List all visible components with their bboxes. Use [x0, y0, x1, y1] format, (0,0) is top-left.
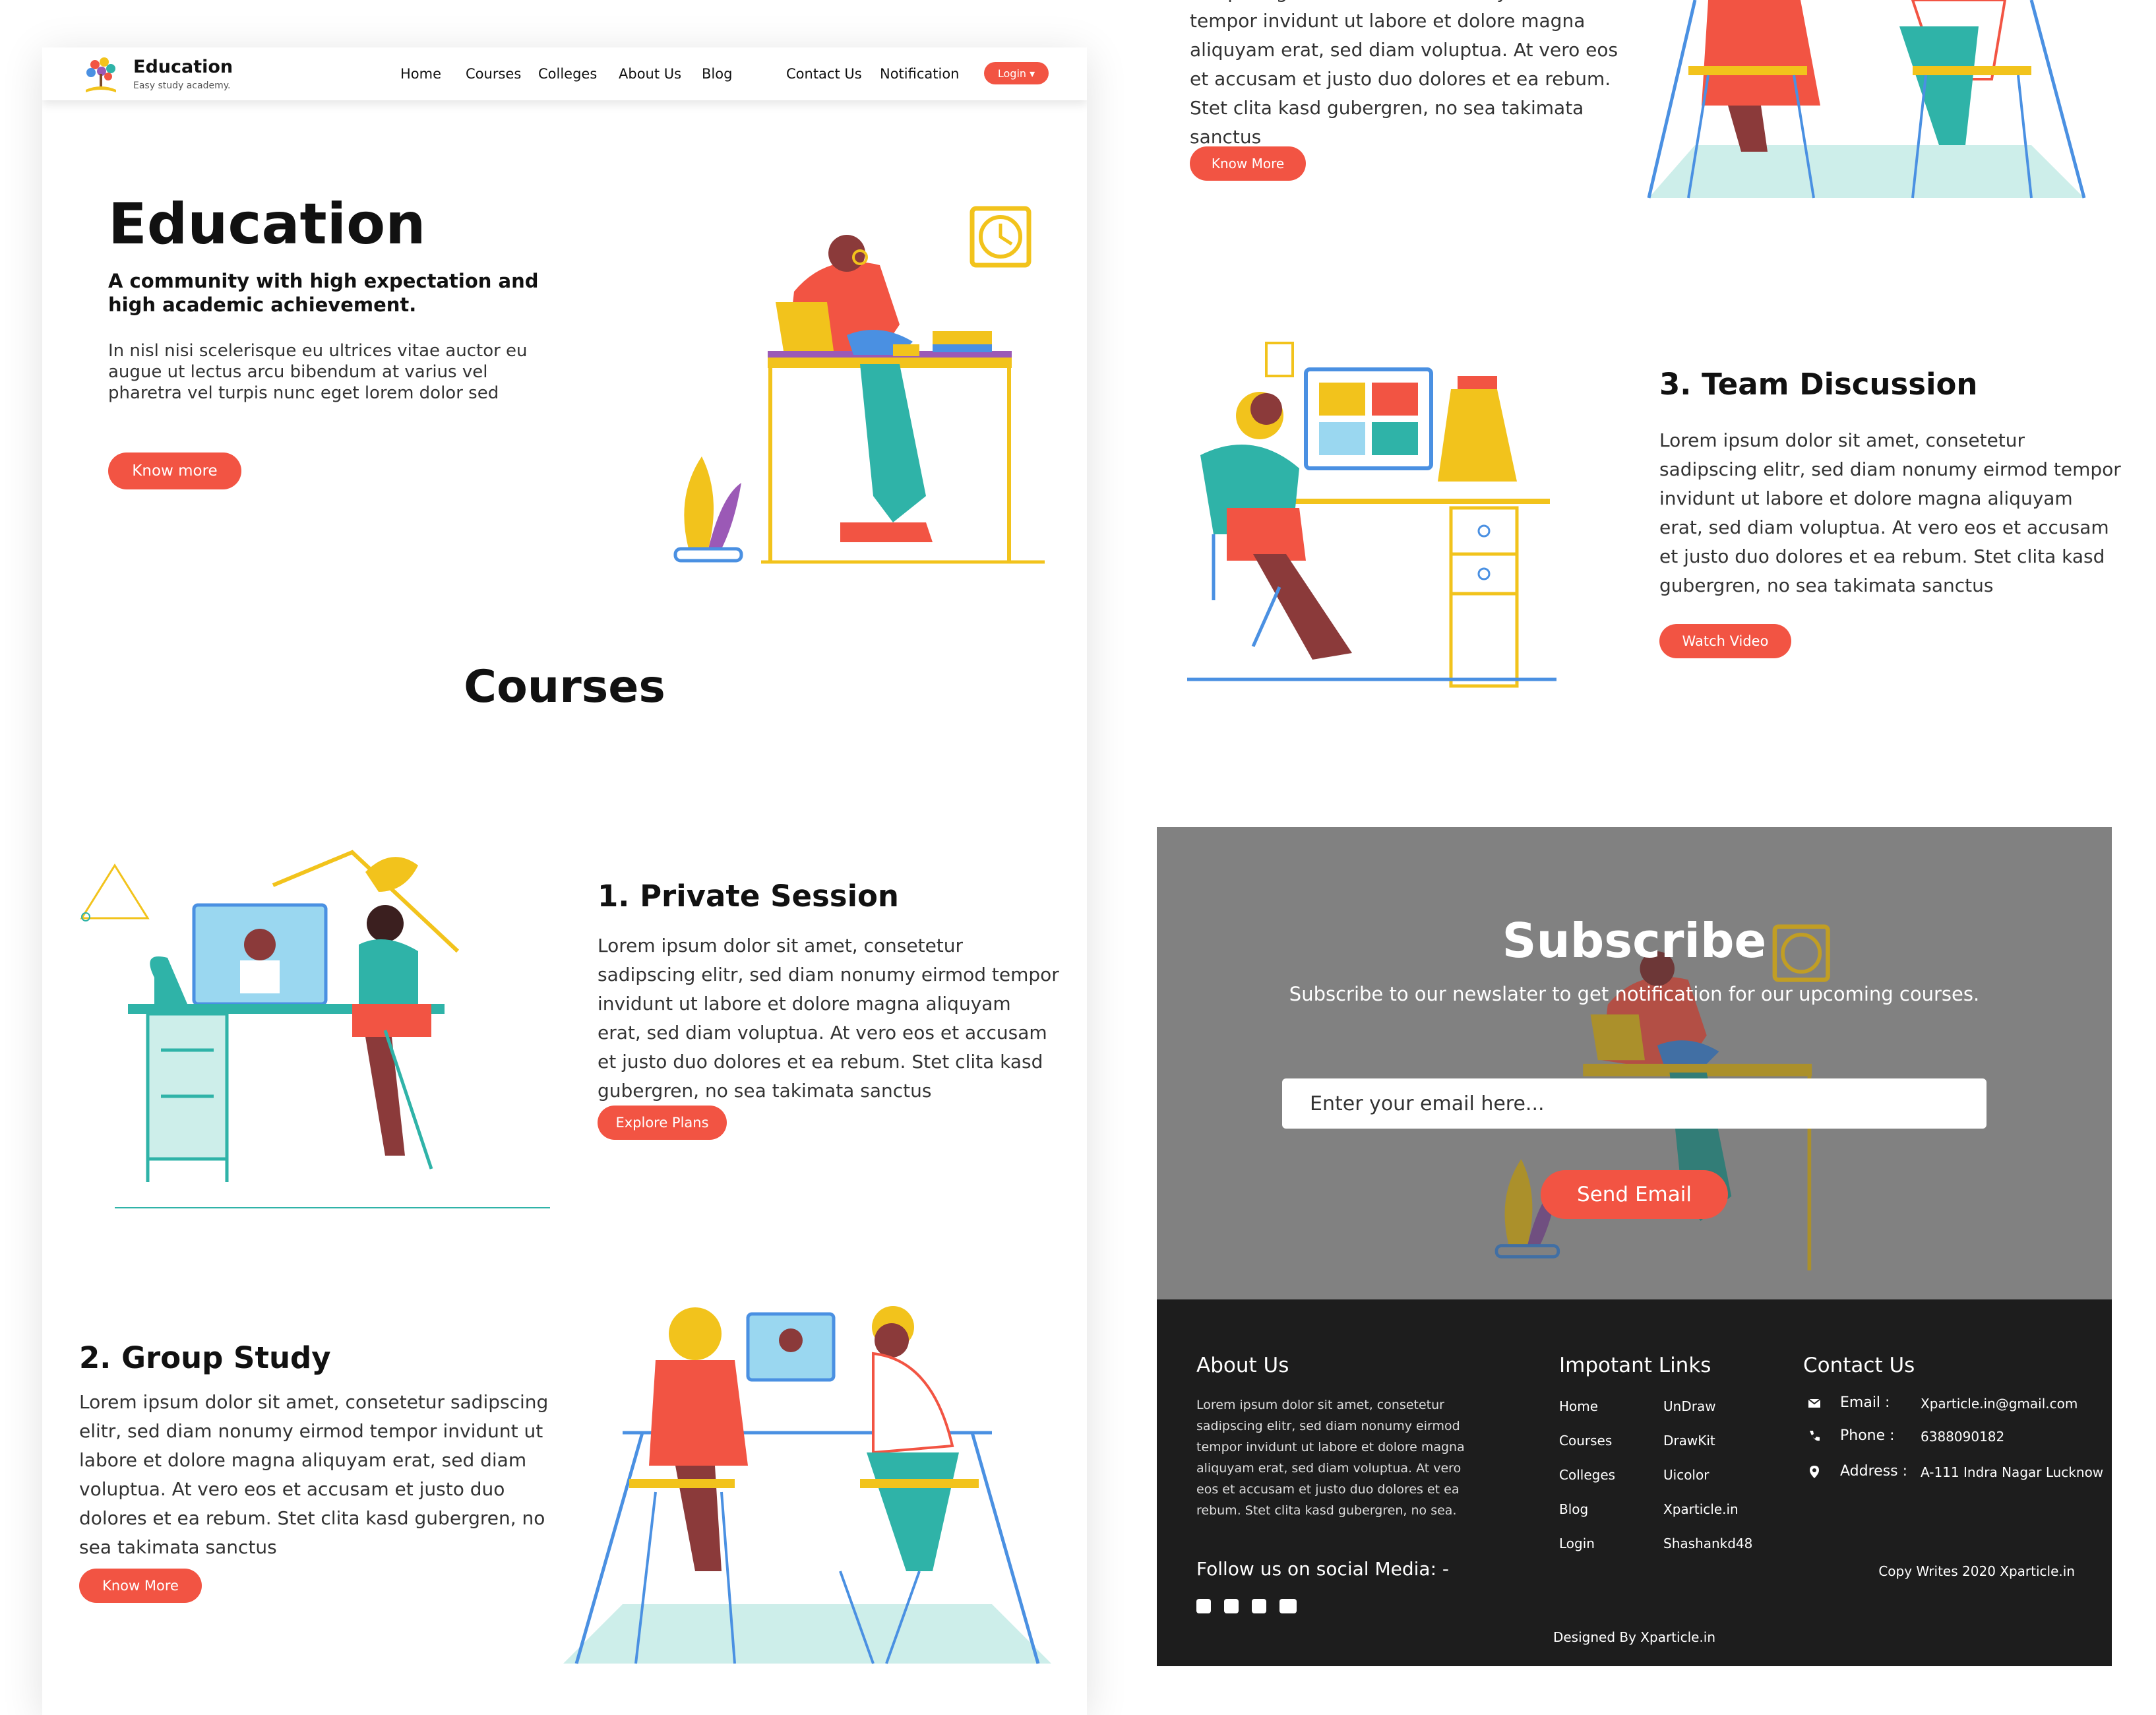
twitter-icon[interactable] [1252, 1599, 1266, 1613]
footer-link-xparticle[interactable]: Xparticle.in [1663, 1501, 1739, 1517]
youtube-icon[interactable] [1279, 1599, 1297, 1613]
explore-plans-button[interactable]: Explore Plans [598, 1106, 727, 1140]
know-more-button[interactable]: Know more [108, 452, 241, 489]
navbar: Education Easy study academy. Home Cours… [42, 47, 1087, 100]
nav-courses[interactable]: Courses [466, 66, 521, 82]
tree-logo-icon[interactable] [82, 54, 120, 95]
hero-description: In nisl nisi scelerisque eu ultrices vit… [108, 341, 528, 403]
brand-name[interactable]: Education [133, 57, 233, 77]
team-discussion-title: 3. Team Discussion [1659, 367, 1978, 402]
nav-blog[interactable]: Blog [702, 66, 732, 82]
team-discussion-description: Lorem ipsum dolor sit amet, consetetur s… [1659, 429, 2121, 596]
landing-page: Education Easy study academy. Home Cours… [42, 47, 1087, 1715]
address-label: Address : [1840, 1463, 1908, 1480]
nav-colleges[interactable]: Colleges [538, 66, 597, 82]
footer: About Us Lorem ipsum dolor sit amet, con… [1157, 1299, 2112, 1666]
footer-link-uicolor[interactable]: Uicolor [1663, 1467, 1709, 1483]
group-study-description: Lorem ipsum dolor sit amet, consetetur s… [79, 1391, 549, 1558]
footer-link-colleges[interactable]: Colleges [1559, 1467, 1615, 1483]
group-study-description-continued: sadipscing elitr, sed diam nonumy eirmod… [1190, 0, 1618, 148]
hero-title: Education [108, 191, 426, 257]
watch-video-button[interactable]: Watch Video [1659, 624, 1791, 658]
brand-tagline: Easy study academy. [133, 80, 231, 91]
private-session-description: Lorem ipsum dolor sit amet, consetetur s… [598, 935, 1059, 1102]
designed-by-text: Designed By Xparticle.in [1553, 1629, 1716, 1645]
group-study-title: 2. Group Study [79, 1340, 331, 1375]
continued-know-more-button[interactable]: Know More [1190, 146, 1306, 181]
private-session-illustration [80, 850, 550, 1208]
location-pin-icon [1810, 1466, 1819, 1478]
private-session-title: 1. Private Session [598, 879, 899, 914]
contact-email[interactable]: Xparticle.in@gmail.com [1921, 1396, 2078, 1412]
subscribe-description: Subscribe to our newslater to get notifi… [1289, 983, 1980, 1005]
footer-link-login[interactable]: Login [1559, 1536, 1595, 1551]
team-discussion-illustration [1187, 342, 1556, 688]
group-study-illustration [563, 1306, 1051, 1664]
copyright-text: Copy Writes 2020 Xparticle.in [1878, 1563, 2075, 1579]
group-study-illustration-crop [1647, 0, 2086, 199]
email-label: Email : [1840, 1394, 1890, 1411]
phone-icon [1810, 1431, 1820, 1441]
group-study-know-more-button[interactable]: Know More [79, 1569, 202, 1603]
email-input[interactable] [1282, 1078, 1987, 1129]
courses-heading: Courses [464, 661, 665, 713]
subscribe-title: Subscribe [1502, 913, 1767, 968]
facebook-icon[interactable] [1224, 1599, 1239, 1613]
footer-link-home[interactable]: Home [1559, 1398, 1598, 1414]
login-button[interactable]: Login ▾ [984, 62, 1049, 84]
footer-link-drawkit[interactable]: DrawKit [1663, 1433, 1715, 1449]
footer-link-undraw[interactable]: UnDraw [1663, 1398, 1716, 1414]
footer-about-title: About Us [1196, 1354, 1289, 1377]
footer-link-shashankd48[interactable]: Shashankd48 [1663, 1536, 1752, 1551]
footer-link-blog[interactable]: Blog [1559, 1501, 1588, 1517]
footer-links-title: Impotant Links [1559, 1354, 1711, 1377]
subscribe-section: Subscribe Subscribe to our newslater to … [1157, 827, 2112, 1299]
footer-follow-label: Follow us on social Media: - [1196, 1558, 1450, 1580]
nav-about-us[interactable]: About Us [619, 66, 681, 82]
nav-notification[interactable]: Notification [880, 66, 960, 82]
nav-home[interactable]: Home [400, 66, 441, 82]
contact-phone[interactable]: 6388090182 [1921, 1429, 2004, 1445]
nav-contact-us[interactable]: Contact Us [786, 66, 862, 82]
contact-address: A-111 Indra Nagar Lucknow [1921, 1464, 2104, 1480]
studying-person-illustration [673, 206, 1045, 564]
footer-link-courses[interactable]: Courses [1559, 1433, 1612, 1449]
instagram-icon[interactable] [1196, 1599, 1211, 1613]
mail-icon [1808, 1398, 1821, 1408]
send-email-button[interactable]: Send Email [1541, 1170, 1728, 1219]
hero-subtitle: A community with high expectation and hi… [108, 270, 539, 316]
phone-label: Phone : [1840, 1427, 1895, 1444]
footer-about-text: Lorem ipsum dolor sit amet, consetetur s… [1196, 1398, 1465, 1518]
social-links [1196, 1599, 1297, 1613]
footer-contact-title: Contact Us [1803, 1354, 1915, 1377]
